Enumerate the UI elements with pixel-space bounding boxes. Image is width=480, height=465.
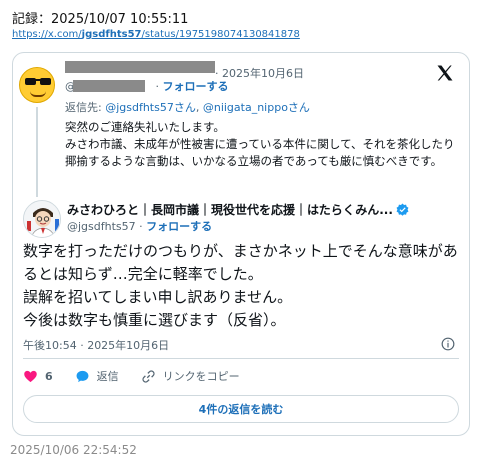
- reply-label: 返信: [96, 370, 119, 383]
- tweet-action-bar: 6 返信 リンクをコピー: [23, 367, 262, 385]
- redacted-author-name: [65, 61, 215, 73]
- avatar-portrait-icon: [24, 201, 60, 237]
- smile-mark: [30, 91, 46, 97]
- embedded-tweet-card: · 2025年10月6日 @ · フォローする 返信先: @jgsdfhts57…: [12, 52, 470, 436]
- redacted-author-handle: [73, 80, 145, 92]
- sunglasses-icon: [25, 78, 51, 85]
- card-divider: [23, 358, 459, 359]
- reply-to-line: 返信先: @jgsdfhts57さん, @niigata_nippoさん: [65, 101, 310, 114]
- reply-follow-button[interactable]: フォローする: [163, 80, 229, 93]
- reply-button[interactable]: 返信: [75, 368, 119, 384]
- main-follow-button[interactable]: フォローする: [146, 220, 212, 233]
- main-author-avatar[interactable]: [23, 200, 61, 238]
- copy-link-label: リンクをコピー: [162, 370, 240, 383]
- reply-to-mention-1[interactable]: @jgsdfhts57さん: [105, 101, 196, 114]
- heart-icon: [24, 370, 37, 382]
- thread-connector-line: [36, 107, 38, 197]
- main-author-handle-row: @jgsdfhts57 · フォローする: [67, 220, 213, 233]
- reply-to-label: 返信先:: [65, 101, 106, 114]
- reply-tweet-text: 突然のご連絡失礼いたします。 みさわ市議、未成年が性被害に遭っている本件に関して…: [65, 120, 455, 168]
- like-count: 6: [45, 369, 53, 383]
- main-author-name[interactable]: みさわひろと｜長岡市議｜現役世代を応援｜はたらくみん...: [67, 201, 409, 218]
- verified-badge-icon: [396, 203, 409, 216]
- reply-to-mention-2[interactable]: @niigata_nippoさん: [203, 101, 310, 114]
- like-button[interactable]: 6: [23, 369, 53, 384]
- info-icon[interactable]: [441, 337, 455, 351]
- source-url-prefix: https://x.com/: [12, 29, 82, 40]
- read-replies-button[interactable]: 4件の返信を読む: [23, 395, 459, 423]
- source-url-handle: jgsdfhts57: [81, 29, 142, 40]
- capture-record-label: 記録：2025/10/07 10:55:11: [12, 12, 189, 27]
- main-tweet-timestamp[interactable]: 午後10:54 · 2025年10月6日: [23, 337, 169, 353]
- x-logo-icon[interactable]: [435, 63, 455, 83]
- source-tweet-link[interactable]: https://x.com/jgsdfhts57/status/19751980…: [12, 29, 300, 40]
- reply-bubble-icon: [76, 370, 89, 382]
- source-url-suffix: /status/1975198074130841878: [141, 29, 300, 40]
- main-tweet-text: 数字を打っただけのつもりが、まさかネット上でそんな意味があるとは知らず…完全に軽…: [23, 242, 458, 329]
- main-author-name-text: みさわひろと｜長岡市議｜現役世代を応援｜はたらくみん...: [67, 203, 393, 217]
- link-icon: [142, 369, 155, 383]
- reply-author-avatar[interactable]: [19, 67, 55, 103]
- footer-timestamp: 2025/10/06 22:54:52: [10, 443, 137, 457]
- main-author-handle[interactable]: @jgsdfhts57: [67, 220, 136, 233]
- copy-link-button[interactable]: リンクをコピー: [141, 368, 240, 384]
